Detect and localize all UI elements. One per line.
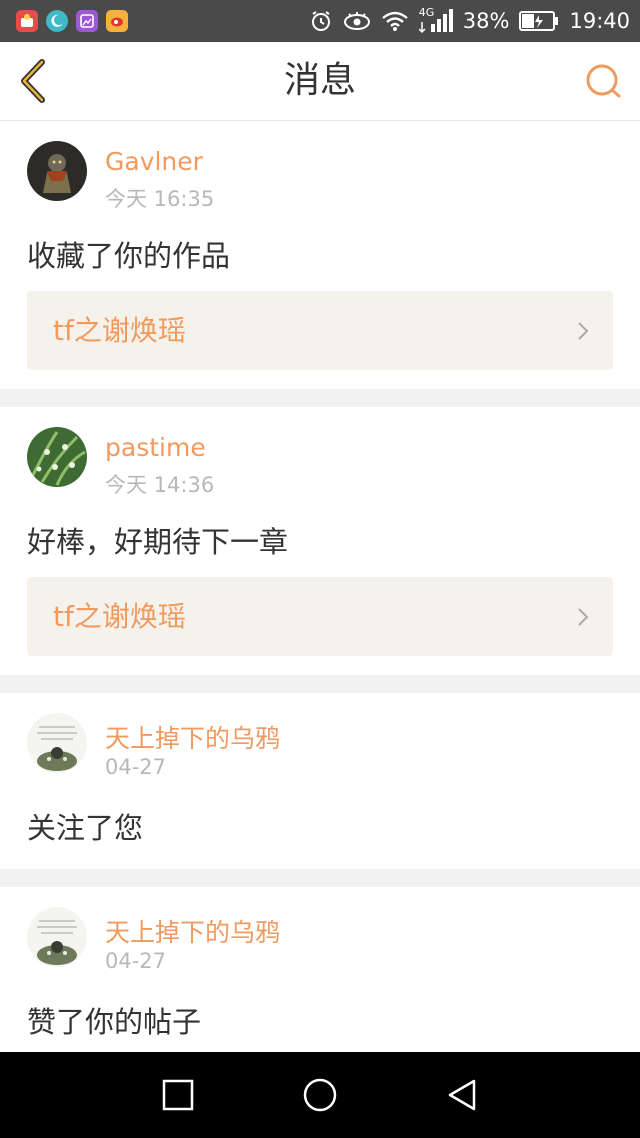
home-button[interactable] bbox=[300, 1075, 340, 1115]
username[interactable]: 天上掉下的乌鸦 bbox=[105, 719, 280, 755]
message-list[interactable]: Gavlner 今天 16:35 收藏了你的作品 tf之谢焕瑶 pastime … bbox=[0, 121, 640, 1052]
message-text: 好棒，好期待下一章 bbox=[27, 525, 289, 559]
nav-back-button[interactable] bbox=[442, 1075, 482, 1115]
square-icon bbox=[162, 1079, 194, 1111]
message-card[interactable]: Gavlner 今天 16:35 收藏了你的作品 tf之谢焕瑶 bbox=[0, 121, 640, 389]
system-nav-bar bbox=[0, 1052, 640, 1138]
search-button[interactable] bbox=[584, 62, 624, 102]
timestamp: 04-27 bbox=[105, 755, 167, 779]
wifi-icon bbox=[382, 11, 408, 31]
username[interactable]: 天上掉下的乌鸦 bbox=[105, 913, 280, 949]
message-card[interactable]: pastime 今天 14:36 好棒，好期待下一章 tf之谢焕瑶 bbox=[0, 407, 640, 675]
work-title: tf之谢焕瑶 bbox=[53, 600, 186, 633]
header: 消息 bbox=[0, 42, 640, 121]
battery-icon bbox=[519, 11, 559, 31]
gallery-app-icon bbox=[76, 10, 98, 32]
work-title: tf之谢焕瑶 bbox=[53, 314, 186, 347]
message-card[interactable]: 天上掉下的乌鸦 04-27 关注了您 bbox=[0, 693, 640, 869]
circle-icon bbox=[303, 1078, 337, 1112]
work-link[interactable]: tf之谢焕瑶 bbox=[27, 291, 613, 370]
recent-apps-button[interactable] bbox=[158, 1075, 198, 1115]
timestamp: 今天 14:36 bbox=[105, 473, 215, 497]
chevron-right-icon bbox=[578, 608, 589, 626]
message-text: 赞了你的帖子 bbox=[27, 1005, 202, 1039]
status-bar: 4G 38% 19:40 bbox=[0, 0, 640, 42]
signal-icon: 4G bbox=[418, 6, 453, 34]
eye-icon bbox=[343, 12, 370, 30]
message-text: 收藏了你的作品 bbox=[27, 239, 231, 273]
avatar[interactable] bbox=[27, 427, 87, 487]
message-card[interactable]: 天上掉下的乌鸦 04-27 赞了你的帖子 bbox=[0, 887, 640, 1052]
alarm-icon bbox=[311, 11, 330, 31]
status-indicators: 4G 38% 19:40 bbox=[309, 0, 630, 42]
username[interactable]: pastime bbox=[105, 433, 206, 462]
notification-icons bbox=[16, 10, 128, 32]
message-text: 关注了您 bbox=[27, 811, 144, 845]
avatar[interactable] bbox=[27, 141, 87, 201]
moon-app-icon bbox=[46, 10, 68, 32]
weibo-app-icon bbox=[106, 10, 128, 32]
chevron-right-icon bbox=[578, 322, 589, 340]
clock: 19:40 bbox=[569, 9, 630, 33]
triangle-back-icon bbox=[448, 1079, 476, 1111]
battery-percent: 38% bbox=[462, 9, 510, 33]
search-icon bbox=[586, 64, 621, 98]
work-link[interactable]: tf之谢焕瑶 bbox=[27, 577, 613, 656]
avatar[interactable] bbox=[27, 713, 87, 773]
username[interactable]: Gavlner bbox=[105, 147, 203, 176]
timestamp: 04-27 bbox=[105, 949, 167, 973]
app-notification-icon bbox=[16, 10, 38, 32]
avatar[interactable] bbox=[27, 907, 87, 967]
timestamp: 今天 16:35 bbox=[105, 187, 215, 211]
page-title: 消息 bbox=[283, 60, 356, 101]
